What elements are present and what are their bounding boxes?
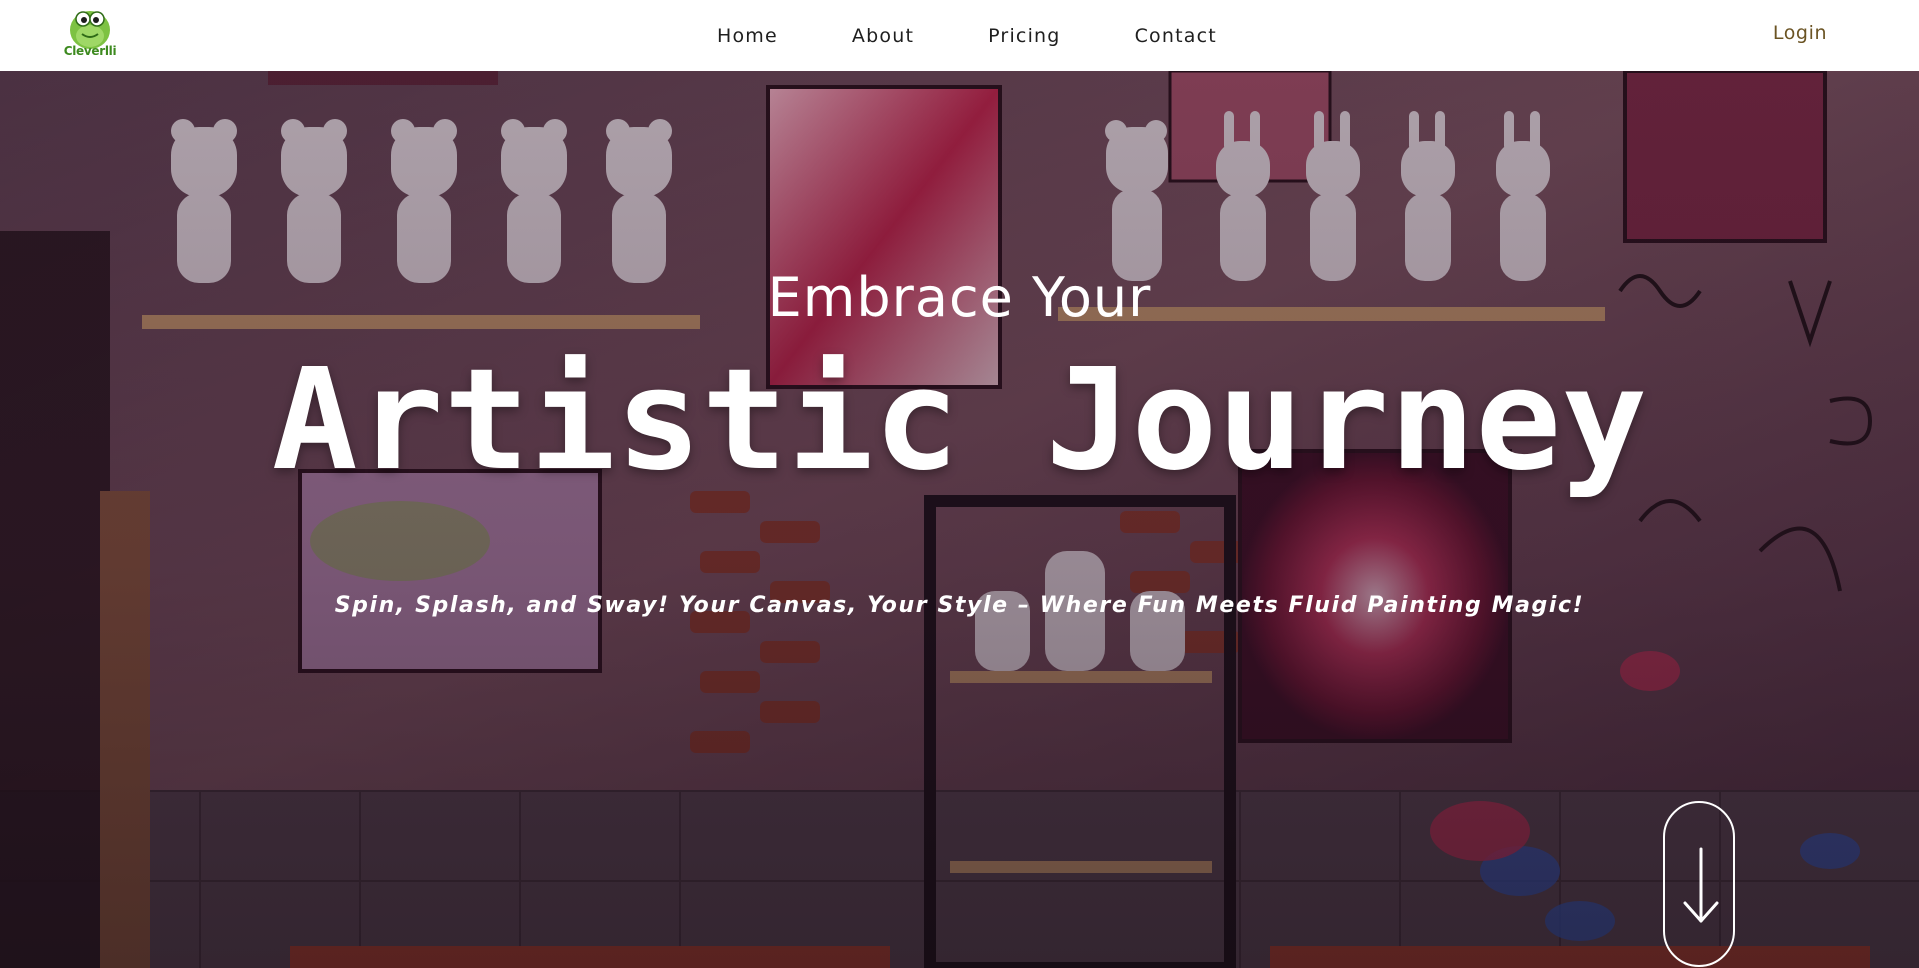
hero-section: Embrace Your Artistic Journey Spin, Spla… [0, 71, 1919, 968]
hero-pretitle: Embrace Your [767, 266, 1152, 329]
nav-home-link[interactable]: Home [680, 25, 815, 47]
nav-contact-link[interactable]: Contact [1098, 25, 1254, 47]
brand-logo[interactable]: Cleverlli [58, 6, 122, 64]
hero-subtitle: Spin, Splash, and Sway! Your Canvas, You… [334, 593, 1585, 618]
hero-title: Artistic Journey [271, 339, 1648, 502]
hero-overlay [0, 71, 1919, 968]
main-nav: Home About Pricing Contact [680, 0, 1254, 71]
login-link[interactable]: Login [1740, 0, 1860, 71]
arrow-down-icon [1683, 847, 1719, 923]
scroll-down-button[interactable] [1663, 801, 1735, 967]
navbar: Cleverlli Home About Pricing Contact Log… [0, 0, 1919, 71]
nav-about-link[interactable]: About [815, 25, 951, 47]
brand-name: Cleverlli [63, 44, 117, 58]
nav-pricing-link[interactable]: Pricing [951, 25, 1097, 47]
